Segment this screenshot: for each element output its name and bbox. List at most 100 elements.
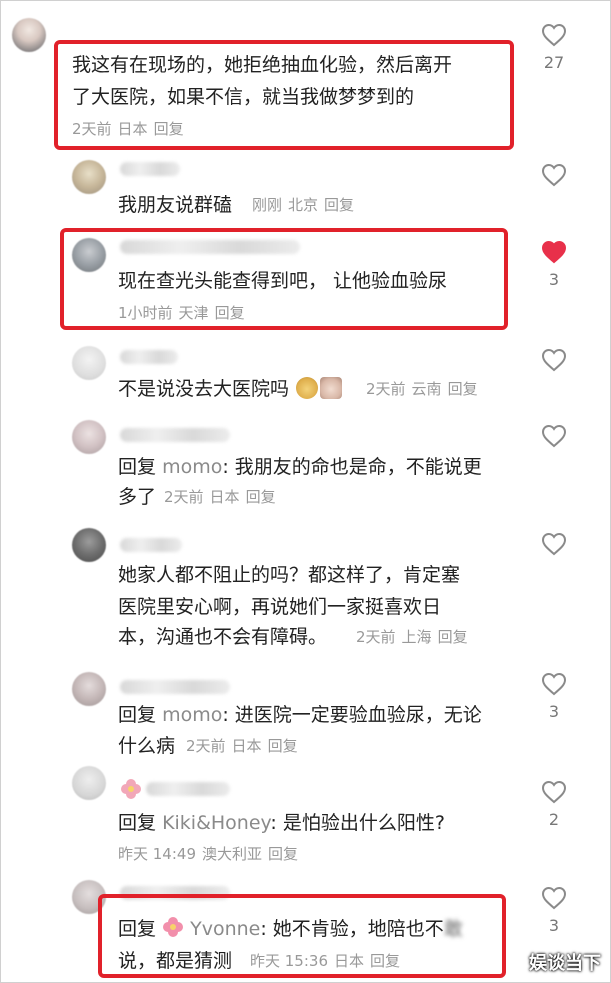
comment-time: 2天前 <box>366 380 406 398</box>
avatar[interactable] <box>72 880 106 914</box>
username-blurred <box>120 680 230 694</box>
mention-link[interactable]: momo <box>162 704 222 726</box>
heart-outline-icon <box>541 23 567 47</box>
heart-outline-icon <box>541 424 567 448</box>
comment-location: 云南 <box>411 380 442 398</box>
username-blurred <box>146 782 230 796</box>
mention-link[interactable]: Yvonne <box>190 918 260 940</box>
comment-text-line: 不是说没去大医院吗 <box>118 374 343 404</box>
comment-text-line: 回复 Yvonne: 她不肯验，地陪也不敢 <box>118 914 463 944</box>
comment-meta: 2天前 上海 回复 <box>356 627 474 647</box>
comment-text-line2: 多了 <box>118 486 157 508</box>
comment-time: 昨天 14:49 <box>118 845 196 863</box>
comment-text-line2: 医院里安心啊，再说她们一家挺喜欢日 <box>118 596 442 618</box>
reply-button[interactable]: 回复 <box>370 952 400 970</box>
comment-time: 2天前 <box>164 488 204 506</box>
like-count: 3 <box>548 916 560 935</box>
comment-meta: 昨天 14:49 澳大利亚 回复 <box>118 844 304 864</box>
comment-location: 日本 <box>117 120 148 138</box>
comment-meta: 2天前 日本 回复 <box>186 736 304 756</box>
mention-link[interactable]: Kiki&Honey <box>162 812 270 834</box>
like-button[interactable]: 3 <box>534 886 574 935</box>
comment-text: 现在查光头能查得到吧， 让他验血验尿 <box>118 270 448 292</box>
dog-emoji-icon <box>296 377 319 399</box>
comment-text: : 我朋友的命也是命，不能说更 <box>222 456 482 478</box>
avatar[interactable] <box>12 18 46 52</box>
mention-link[interactable]: momo <box>162 456 222 478</box>
like-count: 2 <box>548 810 560 829</box>
comment-text-line2: 说，都是猜测 <box>118 950 233 972</box>
avatar[interactable] <box>72 420 106 454</box>
comment-text: 我这有在现场的，她拒绝抽血化验，然后离开 <box>72 54 453 76</box>
comment-time: 2天前 <box>356 628 396 646</box>
like-button[interactable] <box>534 532 574 562</box>
like-button[interactable]: 27 <box>534 23 574 72</box>
comment-time: 1小时前 <box>118 304 173 322</box>
avatar[interactable] <box>72 766 106 800</box>
avatar[interactable] <box>72 346 106 380</box>
username-blurred <box>120 538 182 552</box>
comment-text-line3: 本，沟通也不会有障碍。 <box>118 626 328 648</box>
comment-meta: 昨天 15:36 日本 回复 <box>250 951 406 971</box>
like-button[interactable]: 3 <box>534 672 574 721</box>
heart-filled-icon <box>541 240 567 264</box>
comment-location: 日本 <box>209 488 240 506</box>
like-button[interactable] <box>534 163 574 193</box>
reply-button[interactable]: 回复 <box>215 304 245 322</box>
reply-prefix: 回复 <box>118 918 157 940</box>
reply-button[interactable]: 回复 <box>268 845 298 863</box>
comment-text-line: 回复 Kiki&Honey: 是怕验出什么阳性? <box>118 808 445 838</box>
reply-button[interactable]: 回复 <box>268 737 298 755</box>
comment-text-line2: 了大医院，如果不信，就当我做梦梦到的 <box>72 86 415 108</box>
comment-meta: 刚刚 北京 回复 <box>252 195 360 215</box>
avatar[interactable] <box>72 528 106 562</box>
cat-emoji-icon <box>320 377 343 399</box>
username-blurred <box>120 886 230 900</box>
comment-location: 日本 <box>231 737 262 755</box>
avatar[interactable] <box>72 672 106 706</box>
comment-meta: 2天前 云南 回复 <box>366 379 484 399</box>
comment-location: 日本 <box>334 952 365 970</box>
username-blurred <box>120 162 180 176</box>
username-blurred <box>120 350 178 364</box>
like-button[interactable] <box>534 424 574 454</box>
reply-prefix: 回复 <box>118 812 157 834</box>
comment-text-line: 回复 momo: 进医院一定要验血验尿，无论 <box>118 700 482 730</box>
avatar[interactable] <box>72 160 106 194</box>
comment-location: 天津 <box>178 304 209 322</box>
reply-button[interactable]: 回复 <box>154 120 184 138</box>
heart-outline-icon <box>541 348 567 372</box>
like-count: 3 <box>548 270 560 289</box>
comment-location: 北京 <box>288 196 319 214</box>
reply-prefix: 回复 <box>118 456 157 478</box>
like-button[interactable] <box>534 348 574 378</box>
heart-outline-icon <box>541 886 567 910</box>
comment-text-line2: 什么病 <box>118 735 176 757</box>
comment-location: 澳大利亚 <box>202 845 263 863</box>
heart-outline-icon <box>541 780 567 804</box>
reply-button[interactable]: 回复 <box>324 196 354 214</box>
comment-meta: 1小时前 天津 回复 <box>118 303 251 323</box>
like-button[interactable]: 2 <box>534 780 574 829</box>
comment-text-blurred: 敢 <box>443 918 463 940</box>
comment-text: 不是说没去大医院吗 <box>118 378 290 400</box>
reply-button[interactable]: 回复 <box>438 628 468 646</box>
username-blurred <box>120 428 230 442</box>
comment-time: 2天前 <box>72 120 112 138</box>
avatar[interactable] <box>72 238 106 272</box>
like-button[interactable]: 3 <box>534 240 574 289</box>
watermark: 娱谈当下 <box>529 953 601 974</box>
comment-time: 2天前 <box>186 737 226 755</box>
heart-outline-icon <box>541 163 567 187</box>
username-blurred <box>120 240 300 254</box>
comment-text: : 是怕验出什么阳性? <box>270 812 445 834</box>
like-count: 27 <box>543 53 565 72</box>
comment-text: 我朋友说群磕 <box>118 194 233 216</box>
like-count: 3 <box>548 702 560 721</box>
reply-button[interactable]: 回复 <box>448 380 478 398</box>
reply-button[interactable]: 回复 <box>246 488 276 506</box>
reply-prefix: 回复 <box>118 704 157 726</box>
comment-text: : 她不肯验，地陪也不 <box>260 918 444 940</box>
comment-meta: 2天前 日本 回复 <box>164 487 282 507</box>
flower-avatar-icon <box>121 779 141 799</box>
